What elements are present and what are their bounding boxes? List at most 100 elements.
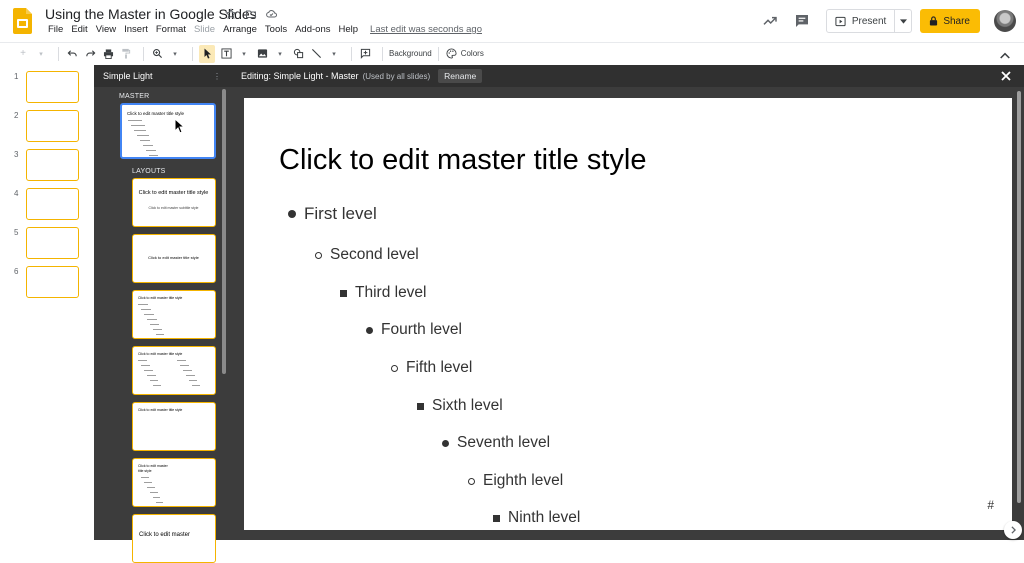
activity-dashboard-icon[interactable]: [758, 9, 782, 33]
body-level-5[interactable]: Fifth level: [391, 359, 472, 377]
layout-thumbnail[interactable]: Click to edit master title style: [132, 402, 216, 451]
thumbnail-line: [144, 482, 152, 483]
user-avatar[interactable]: [994, 10, 1016, 32]
slide-number-placeholder[interactable]: #: [987, 498, 994, 512]
layout-thumbnail[interactable]: Click to edit master title style: [132, 458, 216, 507]
present-button[interactable]: Present: [827, 10, 896, 32]
square-bullet-icon: [340, 289, 347, 297]
redo-icon[interactable]: [83, 45, 97, 63]
layout-thumbnail[interactable]: Click to edit master title style: [132, 234, 216, 283]
layout-thumbnail[interactable]: Click to edit master title style: [132, 346, 216, 395]
zoom-icon[interactable]: [150, 45, 164, 63]
editor-heading: Editing: Simple Light - Master: [241, 71, 359, 81]
menu-help[interactable]: Help: [334, 24, 362, 35]
menu-file[interactable]: File: [44, 24, 67, 35]
layout-thumbnail[interactable]: Click to edit master: [132, 514, 216, 563]
slides-logo-icon[interactable]: [13, 8, 32, 34]
menu-add-ons[interactable]: Add-ons: [291, 24, 334, 35]
layouts-scrollbar[interactable]: [222, 89, 226, 374]
thumbnail-line: [150, 380, 158, 381]
slide-thumbnail[interactable]: [26, 266, 79, 298]
line-dropdown-icon[interactable]: ▾: [327, 45, 341, 63]
editor-scrollbar-thumb[interactable]: [1017, 91, 1021, 503]
cloud-status-icon[interactable]: [264, 7, 278, 21]
master-editor: Editing: Simple Light - Master (Used by …: [231, 65, 1024, 540]
body-level-9[interactable]: Ninth level: [493, 509, 580, 527]
new-slide-icon[interactable]: +: [16, 45, 30, 63]
slide-thumbnail[interactable]: [26, 71, 79, 103]
close-icon[interactable]: [1000, 70, 1012, 82]
slide-title-placeholder[interactable]: Click to edit master title style: [279, 144, 646, 177]
background-button[interactable]: Background: [389, 49, 432, 58]
filmstrip-slide[interactable]: 5: [0, 224, 94, 259]
menu-tools[interactable]: Tools: [261, 24, 291, 35]
menu-arrange[interactable]: Arrange: [219, 24, 261, 35]
new-slide-dropdown-icon[interactable]: ▾: [34, 45, 48, 63]
text-box-icon[interactable]: [219, 45, 233, 63]
menu-insert[interactable]: Insert: [120, 24, 152, 35]
line-icon[interactable]: [309, 45, 323, 63]
layout-thumbnail[interactable]: Click to edit master title style Click t…: [132, 178, 216, 227]
colors-button[interactable]: Colors: [461, 49, 484, 58]
star-icon[interactable]: [224, 7, 238, 21]
insert-image-dropdown-icon[interactable]: ▾: [273, 45, 287, 63]
menu-format[interactable]: Format: [152, 24, 190, 35]
thumbnail-line: [138, 304, 148, 305]
palette-icon[interactable]: [445, 45, 459, 63]
thumbnail-line: [156, 334, 164, 335]
last-edit-link[interactable]: Last edit was seconds ago: [370, 24, 482, 35]
menu-slide[interactable]: Slide: [190, 24, 219, 35]
filmstrip-slide[interactable]: 6: [0, 263, 94, 298]
present-options-dropdown[interactable]: [895, 10, 911, 32]
menu-view[interactable]: View: [92, 24, 120, 35]
toolbar-divider: [437, 46, 439, 61]
insert-image-icon[interactable]: [255, 45, 269, 63]
undo-icon[interactable]: [65, 45, 79, 63]
text-box-dropdown-icon[interactable]: ▾: [237, 45, 251, 63]
filmstrip-slide[interactable]: 2: [0, 107, 94, 142]
thumbnail-title: Click to edit master title style: [138, 296, 183, 300]
shape-icon[interactable]: [291, 45, 305, 63]
drag-handle-icon[interactable]: ⋮: [213, 72, 221, 81]
body-level-6[interactable]: Sixth level: [417, 397, 503, 415]
slide-thumbnail[interactable]: [26, 188, 79, 220]
comments-icon[interactable]: [790, 9, 814, 33]
chevron-down-icon: [899, 18, 907, 24]
body-level-7[interactable]: Seventh level: [442, 434, 550, 452]
filmstrip-slide[interactable]: 4: [0, 185, 94, 220]
editor-scrollbar[interactable]: [1016, 91, 1022, 521]
slide-thumbnail[interactable]: [26, 227, 79, 259]
thumbnail-line: [149, 155, 158, 156]
slide-thumbnail[interactable]: [26, 149, 79, 181]
explore-expand-button[interactable]: [1004, 521, 1022, 539]
body-level-2[interactable]: Second level: [315, 246, 419, 264]
thumbnail-line: [138, 360, 147, 361]
slide-number: 4: [14, 189, 19, 198]
share-button[interactable]: Share: [920, 9, 980, 33]
thumbnail-line: [144, 314, 154, 315]
menu-edit[interactable]: Edit: [67, 24, 91, 35]
slide-number: 3: [14, 150, 19, 159]
thumbnail-line: [137, 135, 149, 136]
slide-thumbnail[interactable]: [26, 110, 79, 142]
thumbnail-line: [189, 380, 197, 381]
filmstrip-slide[interactable]: 1: [0, 68, 94, 103]
body-level-4[interactable]: Fourth level: [366, 321, 462, 339]
slide-canvas[interactable]: Click to edit master title style First l…: [244, 98, 1012, 530]
print-icon[interactable]: [101, 45, 115, 63]
rename-button[interactable]: Rename: [438, 69, 483, 83]
layout-thumbnail[interactable]: Click to edit master title style: [132, 290, 216, 339]
select-cursor-icon[interactable]: [199, 44, 215, 63]
slide-number: 1: [14, 72, 19, 81]
add-comment-icon[interactable]: [358, 45, 372, 63]
body-level-1[interactable]: First level: [288, 204, 377, 224]
collapse-menus-icon[interactable]: [998, 46, 1012, 64]
master-thumbnail[interactable]: Click to edit master title style: [120, 103, 216, 159]
zoom-dropdown-icon[interactable]: ▾: [168, 45, 182, 63]
body-level-8[interactable]: Eighth level: [468, 472, 563, 490]
filmstrip-slide[interactable]: 3: [0, 146, 94, 181]
body-level-3[interactable]: Third level: [340, 284, 427, 302]
paint-format-icon[interactable]: [119, 45, 133, 63]
thumbnail-title: Click to edit master title style: [138, 190, 209, 196]
move-to-folder-icon[interactable]: [244, 7, 258, 21]
